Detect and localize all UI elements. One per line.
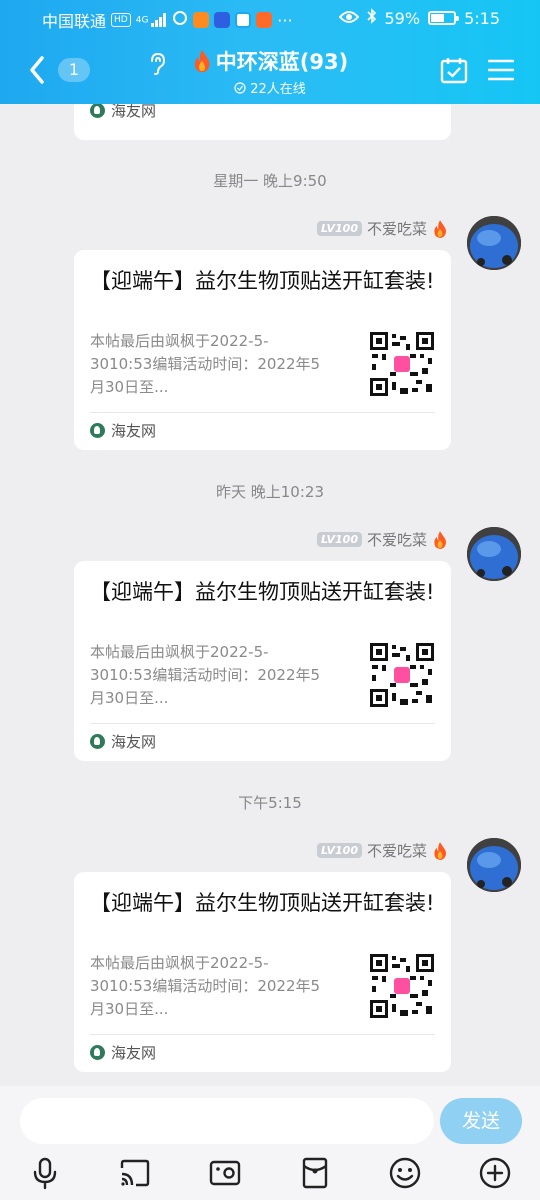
fire-icon <box>434 219 446 238</box>
source-name: 海友网 <box>111 422 157 440</box>
sender-name[interactable]: 不爱吃菜 <box>367 218 427 239</box>
hamburger-icon <box>487 59 515 81</box>
avatar[interactable] <box>467 527 521 581</box>
card-description: 本帖最后由飒枫于2022-5-3010:53编辑活动时间：2022年5月30日至… <box>90 643 321 707</box>
microphone-button[interactable] <box>28 1156 62 1190</box>
haiyou-logo-icon <box>90 1045 105 1060</box>
screen-share-button[interactable] <box>118 1156 152 1190</box>
chevron-left-icon <box>30 56 44 84</box>
input-bar: 发送 <box>0 1086 540 1200</box>
divider <box>90 412 435 413</box>
book-app-icon <box>256 12 273 28</box>
clock: 5:15 <box>464 8 500 28</box>
divider <box>90 723 435 724</box>
photo-button[interactable] <box>208 1156 242 1190</box>
video-app-icon <box>193 12 210 28</box>
card-source: 海友网 <box>90 104 156 121</box>
send-button[interactable]: 发送 <box>440 1098 522 1144</box>
unread-count-badge[interactable]: 1 <box>58 58 90 82</box>
card-description: 本帖最后由飒枫于2022-5-3010:53编辑活动时间：2022年5月30日至… <box>90 954 321 1018</box>
avatar[interactable] <box>467 216 521 270</box>
link-card[interactable]: 【迎端午】益尔生物顶贴送开缸套装! 本帖最后由飒枫于2022-5-3010:53… <box>74 561 451 761</box>
hd-icon: HD <box>111 13 131 27</box>
bluetooth-icon <box>366 8 377 28</box>
status-bar: 中国联通 HD 4G ··· 59% 5:15 <box>0 0 540 36</box>
haiyou-logo-icon <box>90 734 105 749</box>
red-packet-icon <box>302 1157 328 1189</box>
link-card[interactable]: 【迎端午】益尔生物顶贴送开缸套装! 本帖最后由飒枫于2022-5-3010:53… <box>74 250 451 450</box>
timestamp: 星期一 晚上9:50 <box>213 172 327 190</box>
signal-icon: 4G <box>136 13 168 27</box>
battery-icon <box>428 11 460 25</box>
calendar-checkin-button[interactable] <box>440 56 468 84</box>
ring-icon <box>172 10 188 30</box>
fire-icon <box>434 841 446 860</box>
online-count: 22人在线 <box>250 82 306 97</box>
group-title[interactable]: 中环深蓝(93) 22人在线 <box>140 46 400 97</box>
source-name: 海友网 <box>111 1044 157 1062</box>
sender-name[interactable]: 不爱吃菜 <box>367 529 427 550</box>
menu-button[interactable] <box>487 58 515 82</box>
card-title: 【迎端午】益尔生物顶贴送开缸套装! <box>90 580 435 604</box>
timestamp: 昨天 晚上10:23 <box>216 483 324 501</box>
calendar-check-icon <box>440 58 468 84</box>
message-input[interactable] <box>20 1098 434 1144</box>
haiyou-logo-icon <box>90 423 105 438</box>
back-button[interactable] <box>26 54 50 86</box>
more-notifications-icon: ··· <box>277 10 293 30</box>
emoji-button[interactable] <box>388 1156 422 1190</box>
message-card-partial[interactable]: 海友网 <box>74 104 451 140</box>
divider <box>90 1034 435 1035</box>
battery-percent: 59% <box>384 8 421 28</box>
carrier-label: 中国联通 <box>42 12 107 31</box>
card-description: 本帖最后由飒枫于2022-5-3010:53编辑活动时间：2022年5月30日至… <box>90 332 321 396</box>
level-badge: LV100 <box>317 221 362 236</box>
send-app-icon <box>235 12 252 28</box>
card-title: 【迎端午】益尔生物顶贴送开缸套装! <box>90 891 435 915</box>
card-source: 海友网 <box>90 1042 156 1063</box>
chat-header: 中国联通 HD 4G ··· 59% 5:15 1 中环深蓝(93) 22人在线 <box>0 0 540 104</box>
photo-icon <box>209 1160 241 1186</box>
fire-icon <box>194 50 210 73</box>
sender-row: LV100 不爱吃菜 <box>317 529 448 550</box>
online-check-icon <box>234 81 246 94</box>
chat-area[interactable]: 海友网 星期一 晚上9:50 LV100 不爱吃菜 【迎端午】益尔生物顶贴送开缸… <box>0 104 540 1086</box>
nav-bar: 1 中环深蓝(93) 22人在线 <box>0 40 540 100</box>
level-badge: LV100 <box>317 532 362 547</box>
eye-icon <box>338 9 359 28</box>
screen-share-icon <box>120 1159 150 1187</box>
plus-button[interactable] <box>478 1156 512 1190</box>
avatar[interactable] <box>467 838 521 892</box>
timestamp: 下午5:15 <box>238 794 302 812</box>
card-source: 海友网 <box>90 731 156 752</box>
card-source: 海友网 <box>90 420 156 441</box>
plus-icon <box>479 1157 511 1189</box>
card-title: 【迎端午】益尔生物顶贴送开缸套装! <box>90 269 435 293</box>
qr-code-thumbnail <box>370 954 434 1018</box>
fire-icon <box>434 530 446 549</box>
emoji-icon <box>389 1157 421 1189</box>
source-name: 海友网 <box>111 104 157 120</box>
microphone-icon <box>33 1157 57 1190</box>
source-name: 海友网 <box>111 733 157 751</box>
red-packet-button[interactable] <box>298 1156 332 1190</box>
link-card[interactable]: 【迎端午】益尔生物顶贴送开缸套装! 本帖最后由飒枫于2022-5-3010:53… <box>74 872 451 1072</box>
group-name: 中环深蓝(93) <box>215 50 349 74</box>
sender-name[interactable]: 不爱吃菜 <box>367 840 427 861</box>
sender-row: LV100 不爱吃菜 <box>317 218 448 239</box>
qr-code-thumbnail <box>370 643 434 707</box>
sender-row: LV100 不爱吃菜 <box>317 840 448 861</box>
qr-code-thumbnail <box>370 332 434 396</box>
battery-fill <box>431 14 445 22</box>
haiyou-logo-icon <box>90 104 105 118</box>
level-badge: LV100 <box>317 843 362 858</box>
bulb-app-icon <box>214 12 231 28</box>
